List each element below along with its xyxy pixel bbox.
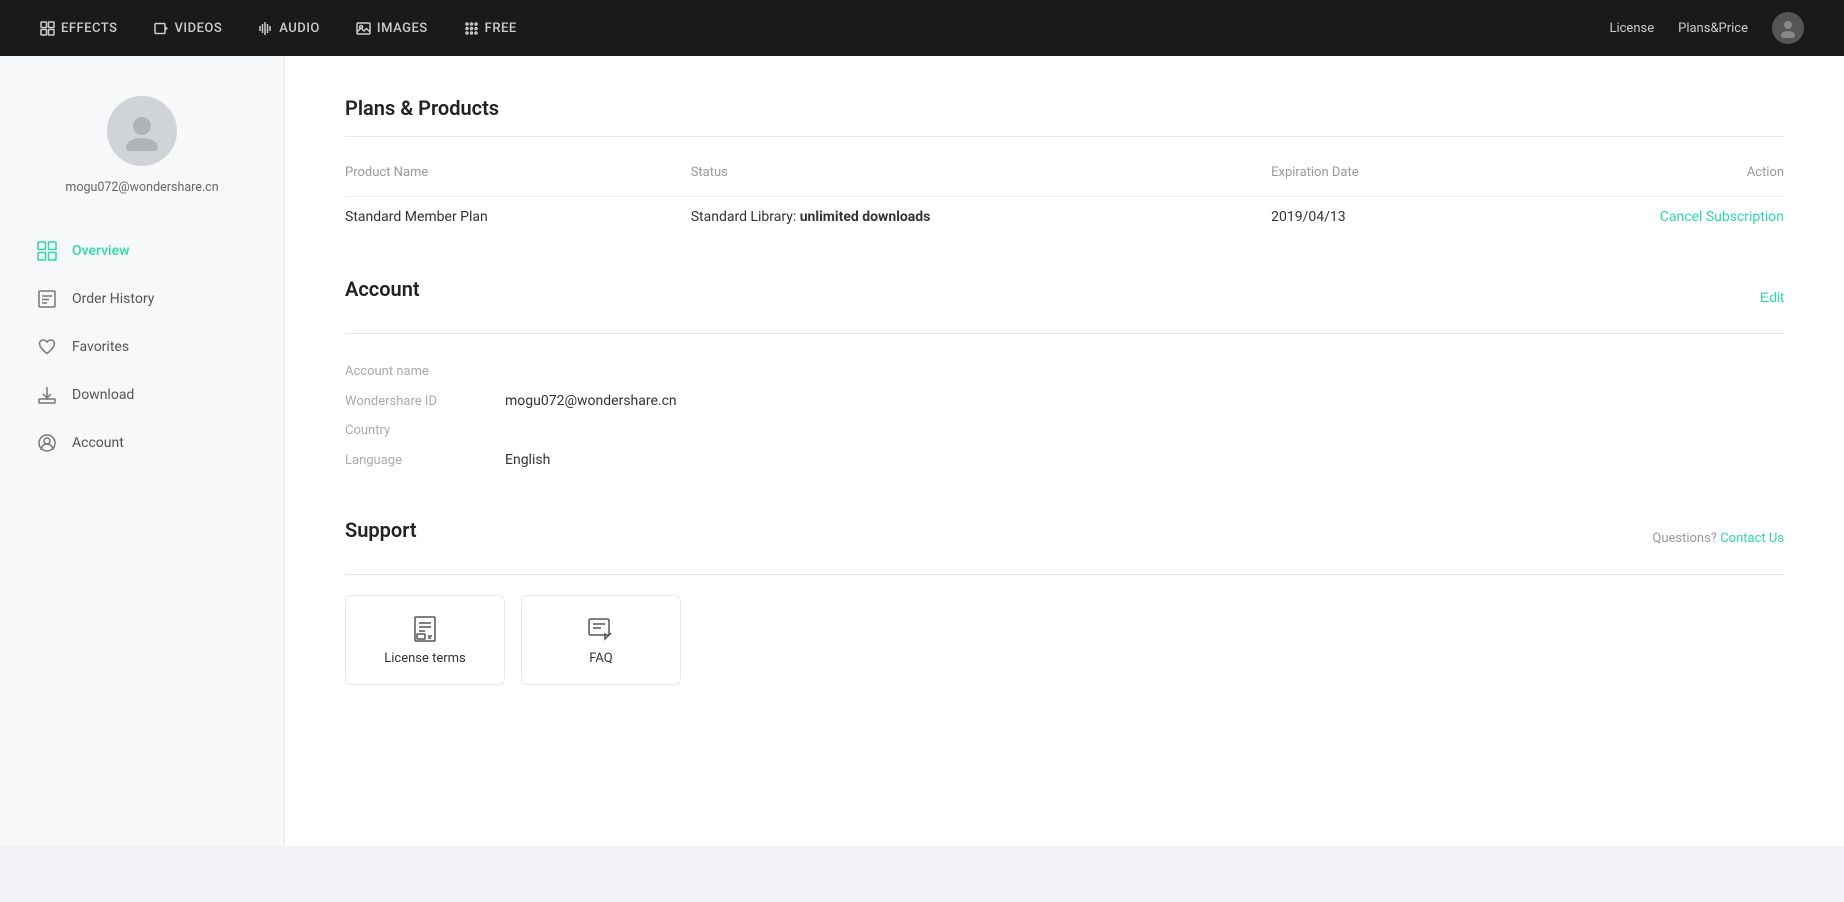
support-question: Questions? Contact Us <box>1652 531 1784 546</box>
faq-card[interactable]: FAQ <box>521 595 681 685</box>
expiration-date-cell: 2019/04/13 <box>1271 197 1483 238</box>
sidebar: mogu072@wondershare.cn Overview <box>0 56 285 846</box>
overview-icon <box>36 241 58 261</box>
images-icon <box>356 21 371 36</box>
nav-images[interactable]: IMAGES <box>356 21 428 36</box>
free-icon <box>464 21 479 36</box>
nav-right: License Plans&Price <box>1609 12 1804 44</box>
col-action: Action <box>1483 157 1784 197</box>
sidebar-item-overview[interactable]: Overview <box>0 227 284 275</box>
sidebar-item-overview-label: Overview <box>72 243 129 259</box>
support-section: Support Questions? Contact Us <box>345 518 1784 685</box>
videos-label: VIDEOS <box>175 21 223 36</box>
account-field: Account name <box>345 364 1784 379</box>
account-header: Account Edit <box>345 277 1784 317</box>
sidebar-menu: Overview Order History <box>0 227 284 467</box>
account-divider <box>345 333 1784 334</box>
favorites-icon <box>36 337 58 357</box>
sidebar-item-download[interactable]: Download <box>0 371 284 419</box>
account-title: Account <box>345 277 420 301</box>
plans-table: Product Name Status Expiration Date Acti… <box>345 157 1784 237</box>
plans-price-link[interactable]: Plans&Price <box>1678 21 1748 36</box>
faq-icon <box>587 615 615 643</box>
questions-prefix: Questions? <box>1652 531 1720 546</box>
license-terms-icon <box>411 615 439 643</box>
free-label: FREE <box>485 21 517 36</box>
field-label: Language <box>345 453 505 468</box>
support-cards: License terms FAQ <box>345 595 1784 685</box>
images-label: IMAGES <box>377 21 428 36</box>
audio-icon <box>258 21 273 36</box>
user-email: mogu072@wondershare.cn <box>65 180 218 195</box>
license-terms-card[interactable]: License terms <box>345 595 505 685</box>
col-expiration: Expiration Date <box>1271 157 1483 197</box>
sidebar-item-account-label: Account <box>72 435 124 451</box>
account-icon <box>36 433 58 453</box>
nav-effects[interactable]: EFFECTS <box>40 21 118 36</box>
nav-links: EFFECTS VIDEOS AUDIO <box>40 21 517 36</box>
main-content: Plans & Products Product Name Status Exp… <box>285 56 1844 846</box>
download-icon <box>36 385 58 405</box>
sidebar-item-download-label: Download <box>72 387 134 403</box>
col-status: Status <box>691 157 1271 197</box>
sidebar-item-favorites[interactable]: Favorites <box>0 323 284 371</box>
audio-label: AUDIO <box>279 21 320 36</box>
plans-divider <box>345 136 1784 137</box>
plans-title: Plans & Products <box>345 96 1784 120</box>
account-field: Country <box>345 423 1784 438</box>
field-value: mogu072@wondershare.cn <box>505 393 677 409</box>
faq-label: FAQ <box>589 651 612 666</box>
sidebar-item-favorites-label: Favorites <box>72 339 129 355</box>
order-history-icon <box>36 289 58 309</box>
product-name-cell: Standard Member Plan <box>345 197 691 238</box>
account-section: Account Edit Account name Wondershare ID… <box>345 277 1784 478</box>
videos-icon <box>154 21 169 36</box>
license-link[interactable]: License <box>1609 21 1654 36</box>
contact-us-link[interactable]: Contact Us <box>1720 531 1784 546</box>
effects-label: EFFECTS <box>61 21 118 36</box>
cancel-subscription-link[interactable]: Cancel Subscription <box>1660 209 1784 225</box>
sidebar-item-account[interactable]: Account <box>0 419 284 467</box>
account-field: Language English <box>345 452 1784 468</box>
top-navigation: EFFECTS VIDEOS AUDIO <box>0 0 1844 56</box>
support-divider <box>345 574 1784 575</box>
field-label: Wondershare ID <box>345 394 505 409</box>
plans-section: Plans & Products Product Name Status Exp… <box>345 96 1784 237</box>
sidebar-item-order-history-label: Order History <box>72 291 154 307</box>
status-cell: Standard Library: unlimited downloads <box>691 197 1271 238</box>
license-terms-label: License terms <box>384 651 466 666</box>
field-label: Country <box>345 423 505 438</box>
col-product-name: Product Name <box>345 157 691 197</box>
nav-free[interactable]: FREE <box>464 21 517 36</box>
avatar <box>107 96 177 166</box>
nav-videos[interactable]: VIDEOS <box>154 21 223 36</box>
account-fields: Account name Wondershare ID mogu072@wond… <box>345 354 1784 478</box>
action-cell: Cancel Subscription <box>1483 197 1784 238</box>
field-value: English <box>505 452 550 468</box>
nav-audio[interactable]: AUDIO <box>258 21 320 36</box>
effects-icon <box>40 21 55 36</box>
table-row: Standard Member Plan Standard Library: u… <box>345 197 1784 238</box>
support-header: Support Questions? Contact Us <box>345 518 1784 558</box>
account-field: Wondershare ID mogu072@wondershare.cn <box>345 393 1784 409</box>
edit-button[interactable]: Edit <box>1760 289 1784 305</box>
field-label: Account name <box>345 364 505 379</box>
sidebar-item-order-history[interactable]: Order History <box>0 275 284 323</box>
user-avatar[interactable] <box>1772 12 1804 44</box>
page-layout: mogu072@wondershare.cn Overview <box>0 56 1844 846</box>
support-title: Support <box>345 518 417 542</box>
